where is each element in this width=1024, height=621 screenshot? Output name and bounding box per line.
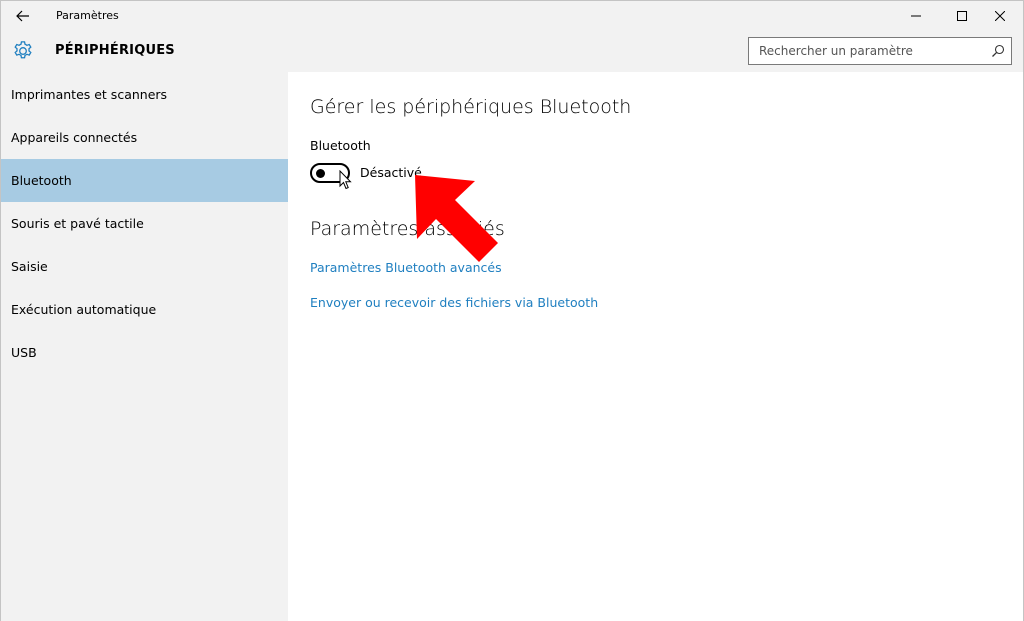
minimize-icon — [911, 15, 921, 17]
back-button[interactable] — [9, 5, 37, 27]
settings-window: Paramètres PÉRIPHÉRIQUES Rechercher un p… — [0, 0, 1024, 621]
main-content: Gérer les périphériques Bluetooth Blueto… — [288, 72, 1023, 621]
send-receive-files-bluetooth-link[interactable]: Envoyer ou recevoir des fichiers via Blu… — [310, 295, 598, 310]
sidebar-item-printers-scanners[interactable]: Imprimantes et scanners — [1, 73, 288, 116]
minimize-button[interactable] — [893, 1, 939, 31]
bluetooth-toggle-label: Bluetooth — [310, 138, 371, 153]
section-title: PÉRIPHÉRIQUES — [55, 43, 175, 58]
sidebar-item-typing[interactable]: Saisie — [1, 245, 288, 288]
window-title: Paramètres — [56, 9, 119, 22]
close-button[interactable] — [977, 1, 1023, 31]
toggle-knob — [316, 169, 325, 178]
gear-icon — [14, 41, 32, 59]
search-box — [748, 37, 1012, 65]
close-icon — [995, 11, 1005, 21]
annotation-arrow-icon — [415, 175, 498, 262]
sidebar-item-autoplay[interactable]: Exécution automatique — [1, 288, 288, 331]
settings-header: PÉRIPHÉRIQUES — [1, 31, 1023, 72]
search-icon[interactable] — [991, 44, 1005, 58]
sidebar-item-connected-devices[interactable]: Appareils connectés — [1, 116, 288, 159]
sidebar-item-mouse-touchpad[interactable]: Souris et pavé tactile — [1, 202, 288, 245]
sidebar-item-usb[interactable]: USB — [1, 331, 288, 374]
sidebar-item-bluetooth[interactable]: Bluetooth — [1, 159, 288, 202]
mouse-pointer-icon — [339, 170, 352, 190]
page-title: Gérer les périphériques Bluetooth — [310, 96, 632, 118]
maximize-icon — [957, 11, 967, 21]
arrow-left-icon — [16, 10, 29, 22]
title-bar: Paramètres — [1, 1, 1023, 31]
search-input[interactable] — [749, 38, 985, 64]
sidebar: Imprimantes et scanners Appareils connec… — [1, 72, 288, 621]
